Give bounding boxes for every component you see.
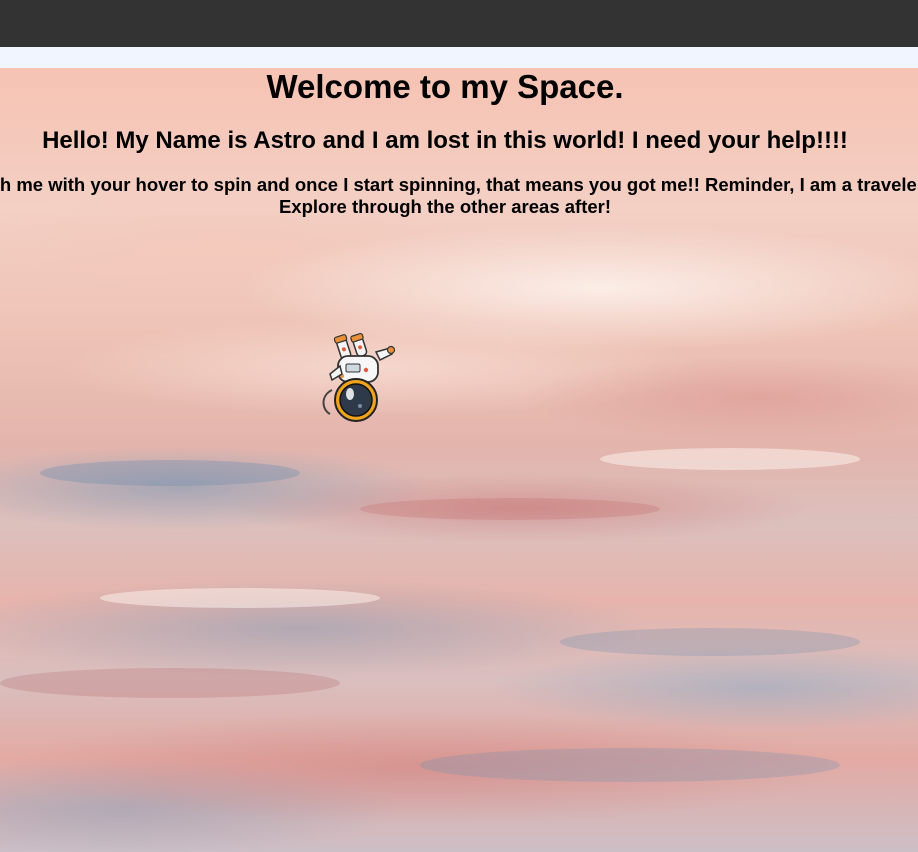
instructions-line-2: Explore through the other areas after!: [278, 196, 612, 217]
page-title: Welcome to my Space.: [266, 68, 624, 105]
top-navigation-bar: [0, 0, 918, 47]
instructions-text: Catch me with your hover to spin and onc…: [0, 174, 918, 218]
instructions-line-1: Catch me with your hover to spin and onc…: [0, 174, 918, 195]
astronaut-icon[interactable]: [318, 330, 398, 426]
sub-bar: [0, 47, 918, 68]
intro-heading: Hello! My Name is Astro and I am lost in…: [42, 127, 848, 154]
